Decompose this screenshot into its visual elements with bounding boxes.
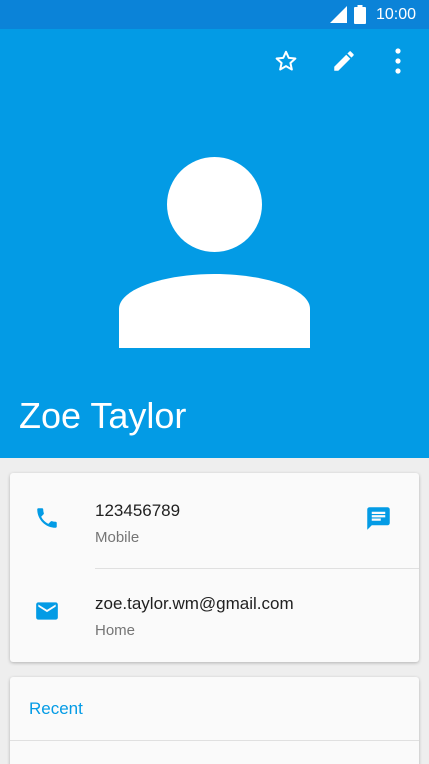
email-address: zoe.taylor.wm@gmail.com: [95, 594, 294, 613]
recent-card: Recent: [10, 677, 419, 764]
edit-button[interactable]: [328, 47, 360, 79]
contact-avatar: [119, 157, 310, 353]
recent-title: Recent: [29, 699, 83, 718]
email-row[interactable]: zoe.taylor.wm@gmail.com Home: [10, 570, 419, 662]
more-options-button[interactable]: [382, 47, 414, 79]
contact-header: Zoe Taylor: [0, 29, 429, 458]
divider: [10, 740, 419, 741]
person-silhouette-icon: [119, 157, 310, 352]
battery-icon: [354, 5, 366, 29]
phone-number: 123456789: [95, 501, 181, 520]
status-bar: 10:00: [0, 0, 429, 29]
more-vert-icon: [395, 47, 401, 79]
divider: [95, 568, 419, 569]
clock: 10:00: [376, 6, 417, 23]
star-button[interactable]: [270, 47, 302, 79]
star-outline-icon: [274, 49, 298, 78]
email-icon: [34, 598, 60, 629]
phone-row[interactable]: 123456789 Mobile: [10, 477, 419, 569]
phone-type: Mobile: [95, 529, 140, 546]
signal-icon: [330, 6, 347, 28]
email-type: Home: [95, 622, 136, 639]
edit-pencil-icon: [331, 48, 357, 79]
message-icon[interactable]: [365, 505, 392, 537]
contact-details-card: 123456789 Mobile zoe.taylor.wm@gmail.com…: [10, 473, 419, 662]
phone-icon: [34, 505, 60, 536]
contact-name: Zoe Taylor: [19, 395, 187, 436]
